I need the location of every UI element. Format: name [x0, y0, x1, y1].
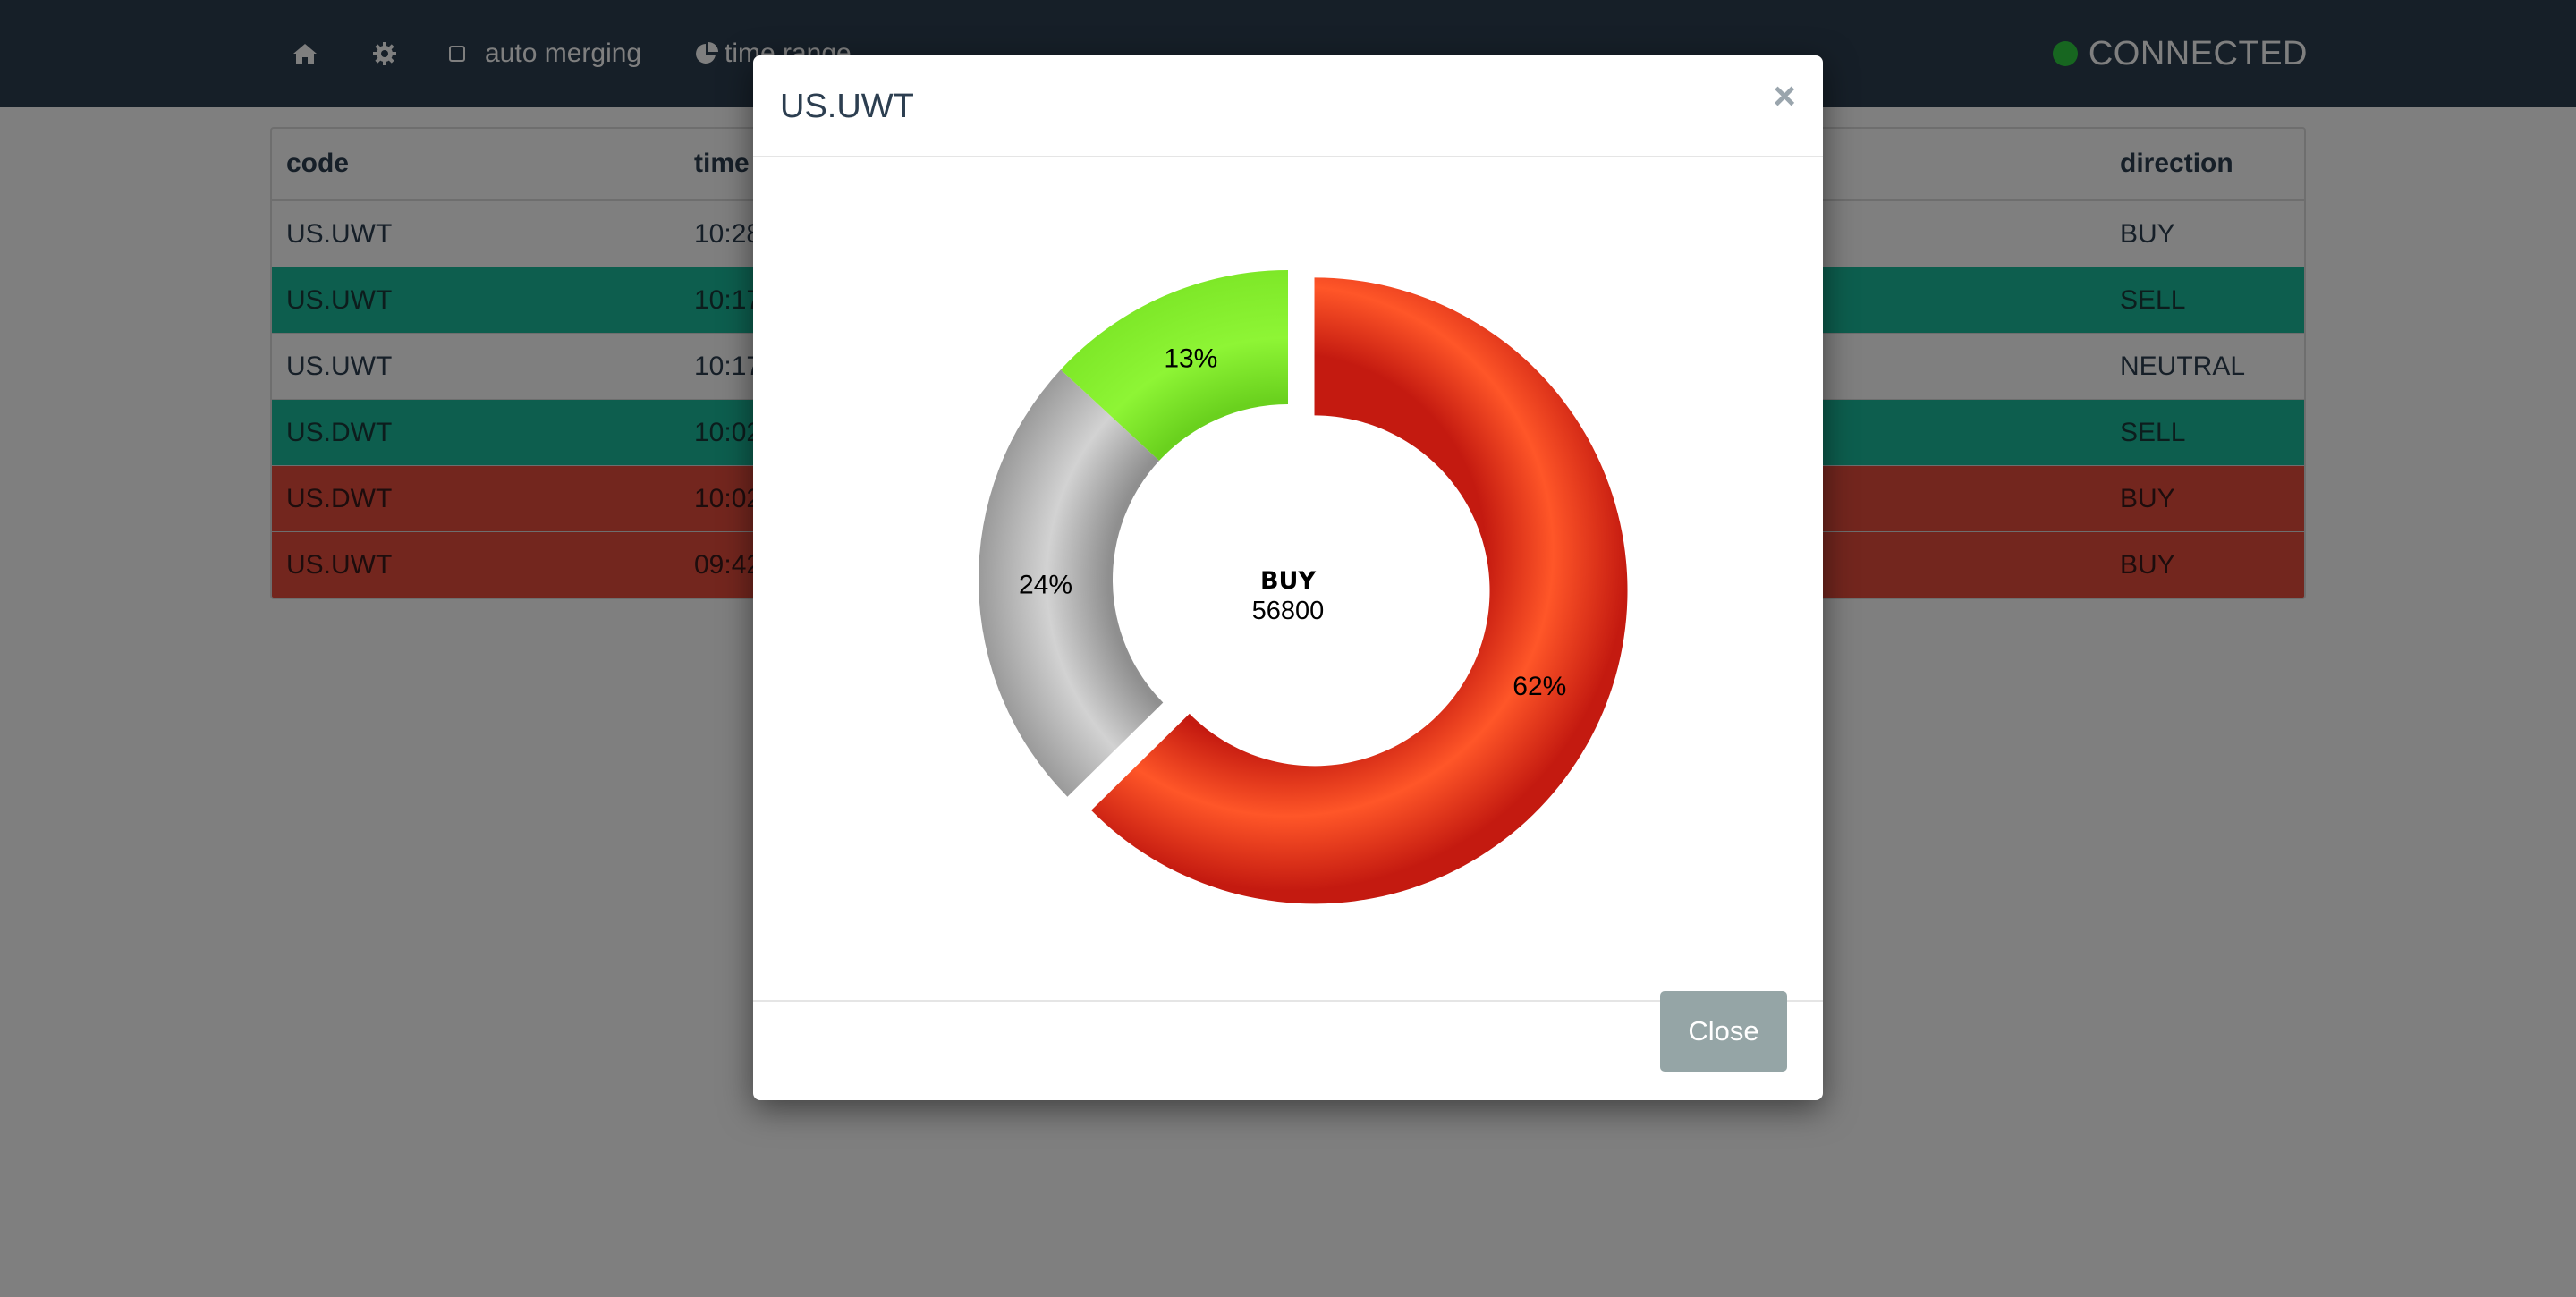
modal-title: US.UWT [780, 87, 914, 125]
donut-slice-label-sell: 13% [1164, 344, 1217, 374]
donut-chart: 62% 24% 13% BUY 56800 [979, 270, 1628, 904]
modal-body: 62% 24% 13% BUY 56800 [753, 157, 1823, 1002]
modal-header: US.UWT × [753, 55, 1823, 157]
close-button[interactable]: Close [1660, 991, 1787, 1072]
close-icon[interactable]: × [1773, 77, 1796, 116]
chart-modal: US.UWT × 62% 24% 13% BUY 56800 Close [753, 55, 1823, 1100]
donut-center-label: BUY [1260, 567, 1317, 595]
donut-center-value: 56800 [1252, 597, 1325, 625]
modal-footer: Close [753, 991, 1823, 1100]
donut-slice-label-buy: 62% [1513, 672, 1566, 701]
donut-slice-label-neutral: 24% [1019, 570, 1072, 599]
page: auto merging time range CONNECTED code t… [0, 0, 2576, 1297]
